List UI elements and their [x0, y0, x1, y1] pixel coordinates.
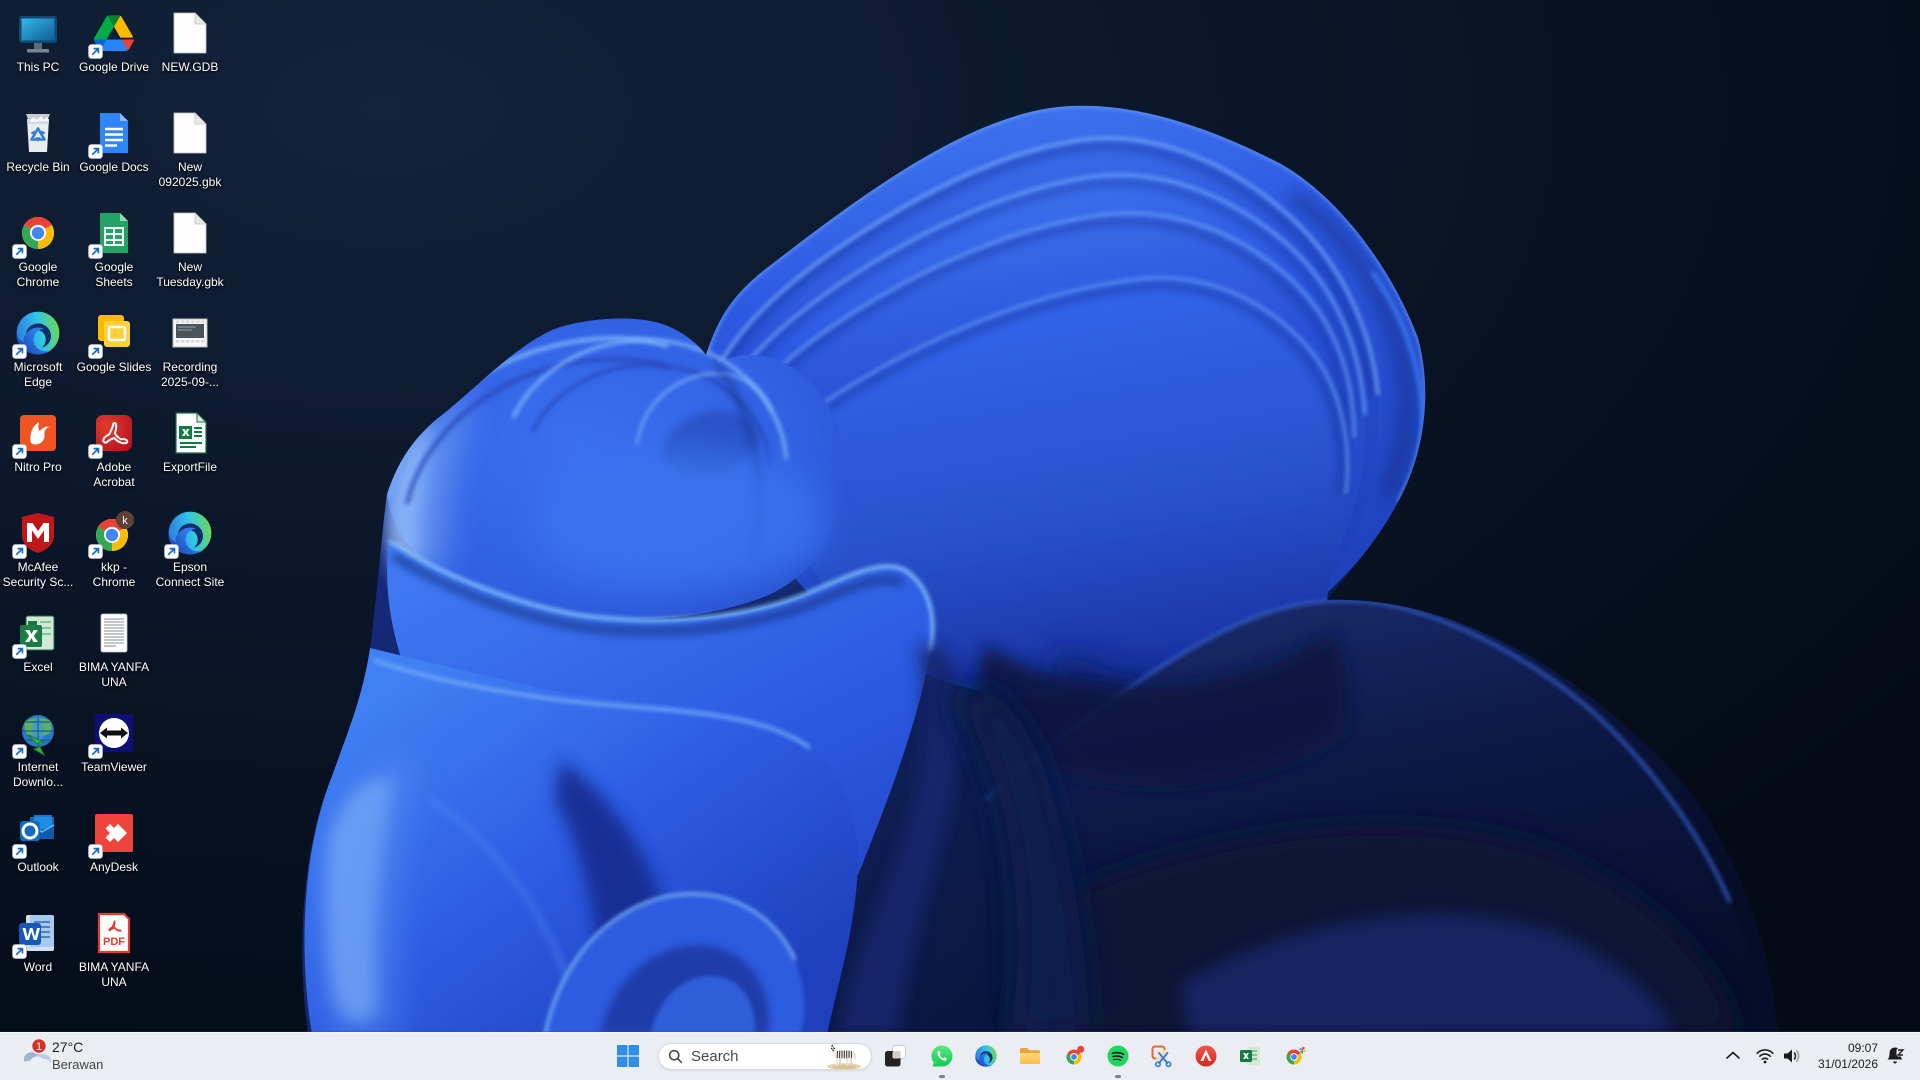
svg-text:1: 1 — [36, 1041, 42, 1053]
svg-text:k: k — [122, 515, 128, 527]
svg-text:PDF: PDF — [103, 936, 125, 948]
